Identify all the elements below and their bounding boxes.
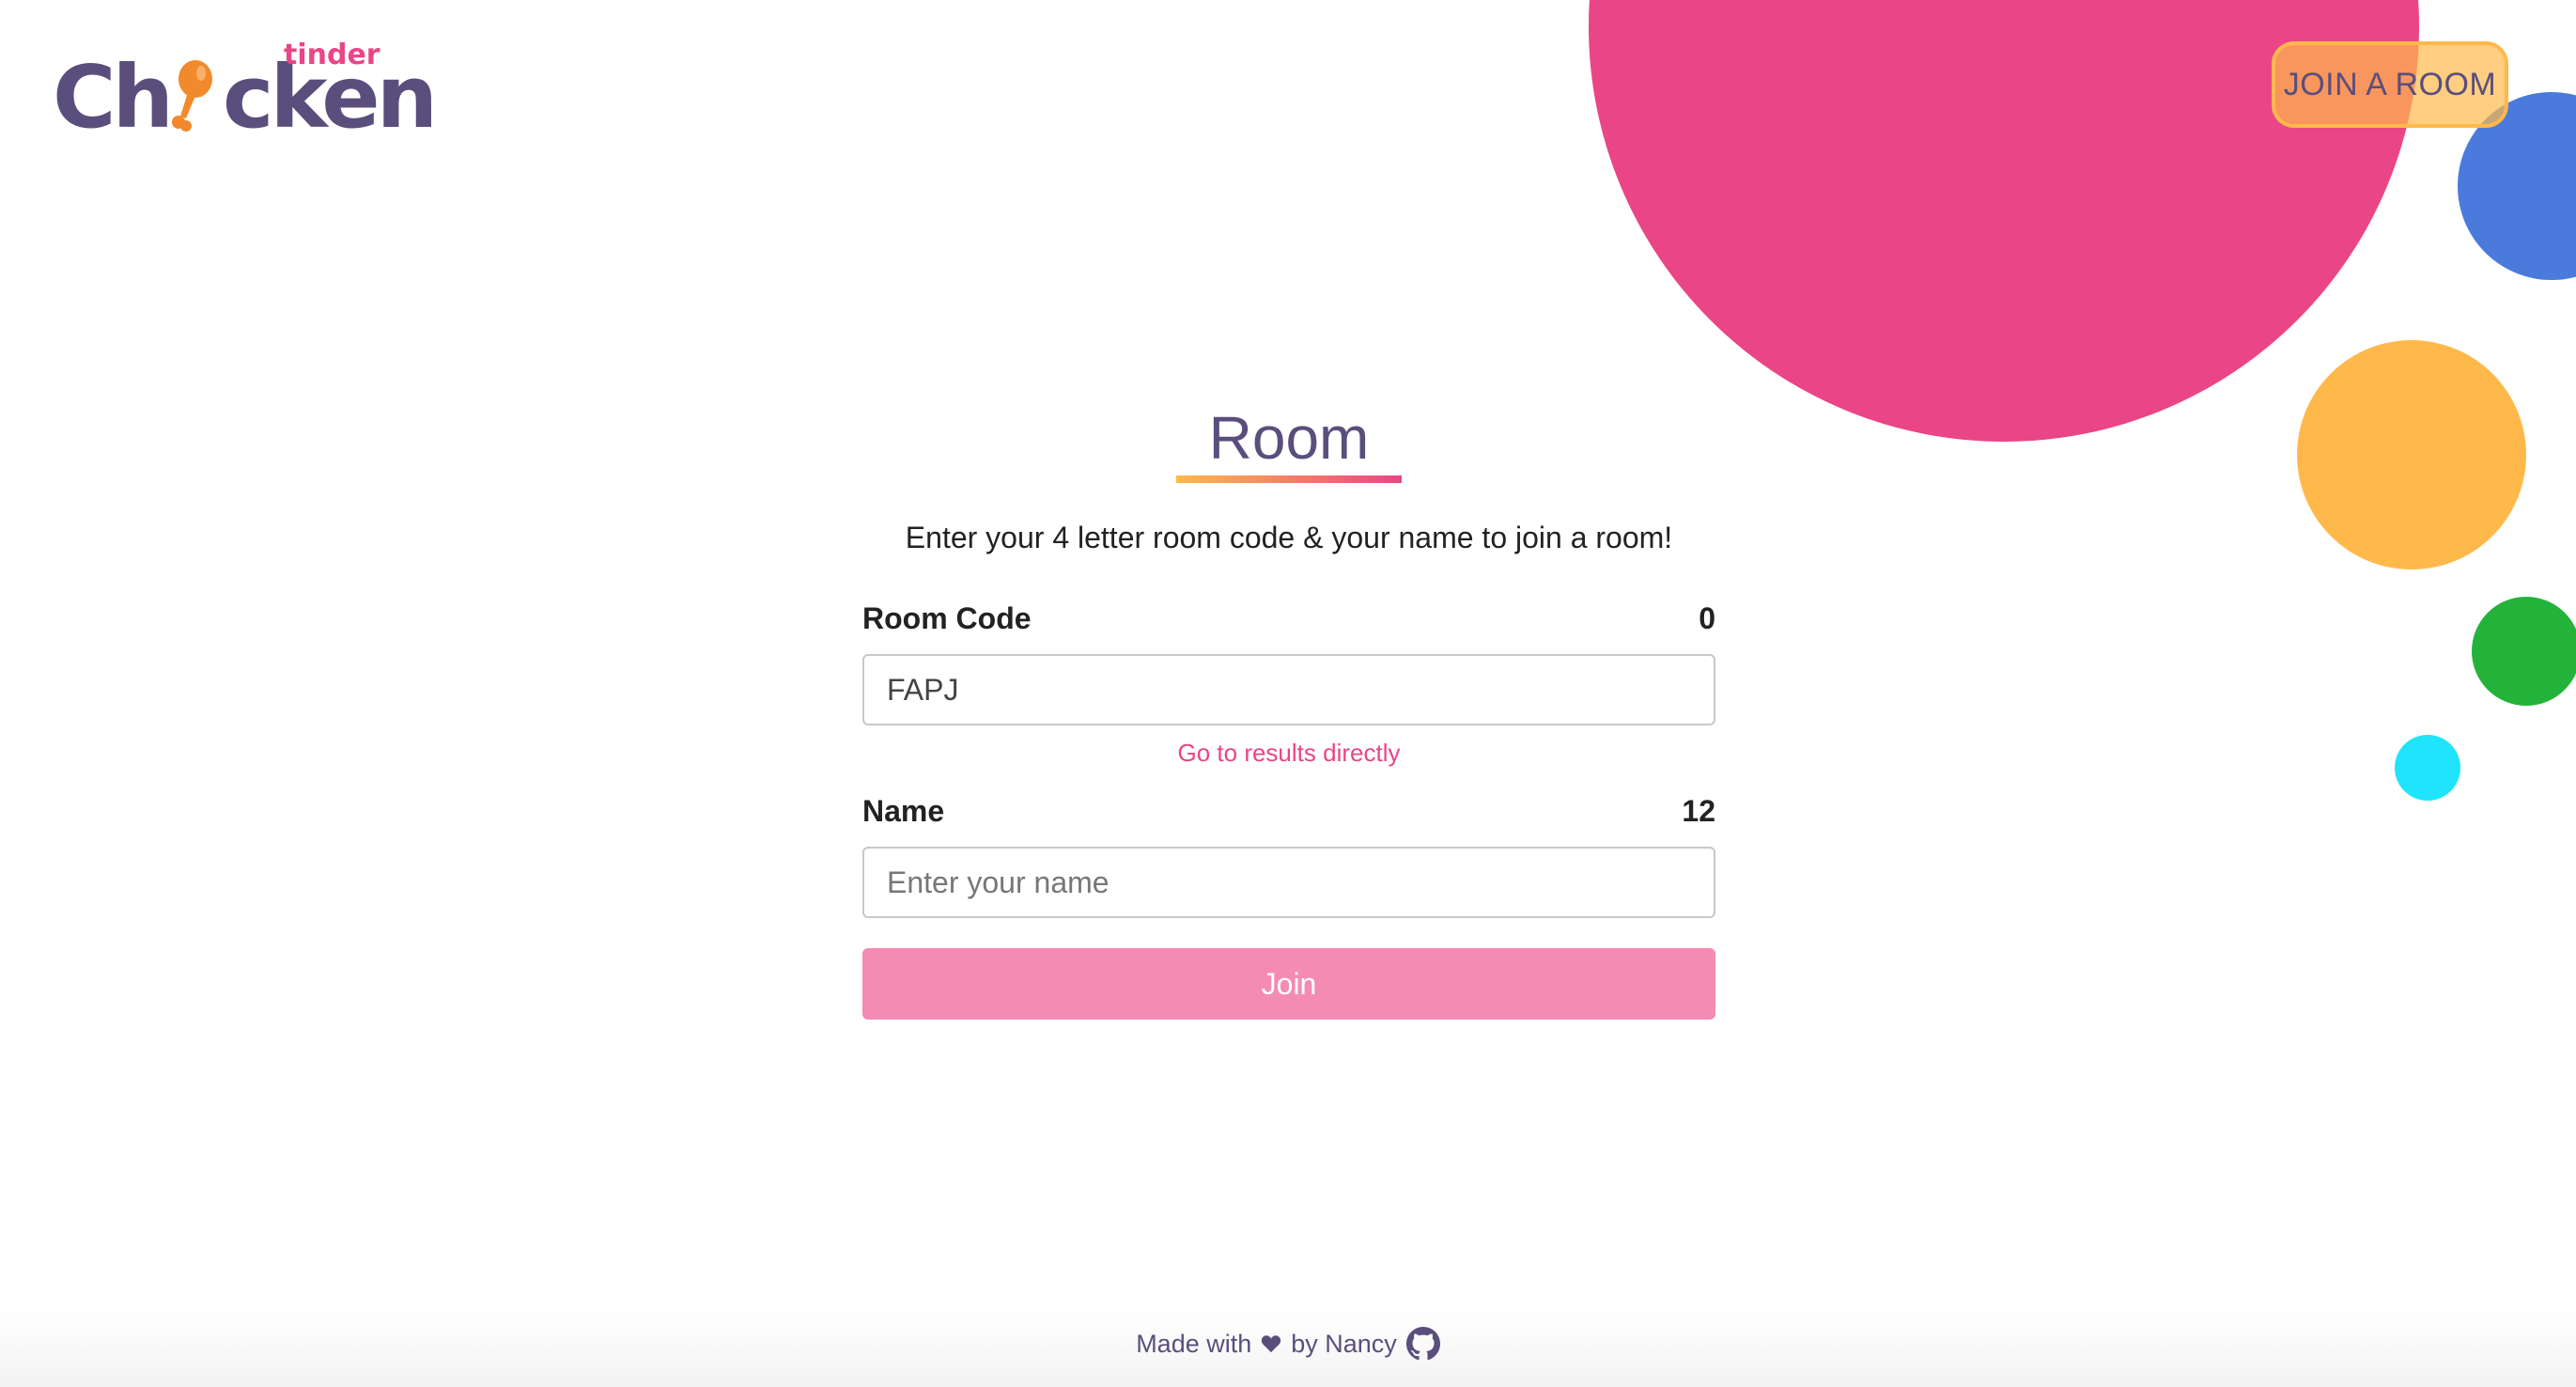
name-label: Name <box>862 794 945 829</box>
join-a-room-button[interactable]: JOIN A ROOM <box>2272 41 2508 128</box>
footer: Made with by Nancy <box>0 1308 2576 1387</box>
page-subtitle: Enter your 4 letter room code & your nam… <box>905 521 1673 554</box>
page-title: Room <box>1208 404 1370 472</box>
chicken-leg-icon <box>172 60 212 132</box>
footer-content: Made with by Nancy <box>0 1327 2576 1361</box>
room-code-header: Room Code 0 <box>862 603 1715 633</box>
name-input[interactable] <box>862 847 1715 919</box>
decorative-orange-bubble <box>2297 340 2526 569</box>
title-underline <box>1176 475 1402 483</box>
logo-subtext: tinder <box>284 39 380 71</box>
name-counter: 12 <box>1682 794 1715 829</box>
page-title-wrap: Room <box>862 395 1715 485</box>
heart-icon <box>1261 1334 1281 1353</box>
chicken-tinder-logo[interactable]: Ch cken tinder <box>53 41 447 145</box>
footer-author: by Nancy <box>1291 1329 1397 1358</box>
github-icon[interactable] <box>1405 1327 1440 1361</box>
join-button[interactable]: Join <box>862 948 1715 1021</box>
footer-made-with: Made with <box>1136 1329 1252 1358</box>
go-to-results-link[interactable]: Go to results directly <box>862 739 1715 768</box>
room-code-counter: 0 <box>1699 601 1715 635</box>
room-code-input[interactable] <box>862 654 1715 725</box>
room-code-label: Room Code <box>862 601 1032 635</box>
join-room-form: Room Enter your 4 letter room code & you… <box>862 395 1715 1021</box>
name-header: Name 12 <box>862 796 1715 826</box>
decorative-green-bubble <box>2472 597 2576 706</box>
decorative-cyan-bubble <box>2395 735 2460 801</box>
